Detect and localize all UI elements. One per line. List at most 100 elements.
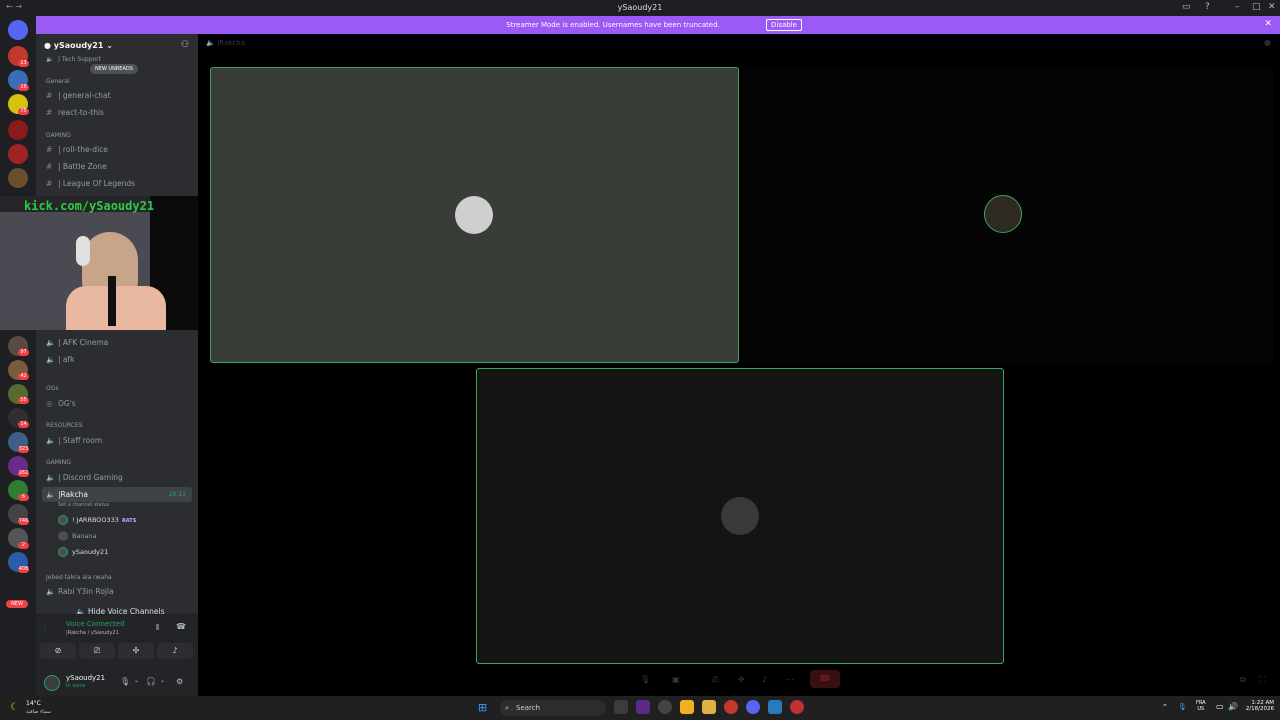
channel-afk-cinema[interactable]: 🔈 | AFK Cinema — [46, 335, 196, 350]
noise-suppression-icon[interactable]: ⦀ — [156, 623, 160, 633]
app-icon[interactable] — [768, 700, 782, 714]
fullscreen-icon[interactable]: ⛶ — [1260, 675, 1266, 685]
new-unreads-pill[interactable]: NEW UNREADS — [90, 64, 138, 74]
clock[interactable]: 1:22 AM 2/18/2026 — [1240, 700, 1274, 712]
add-member-icon[interactable]: ⚇ — [181, 40, 189, 50]
discord-home-icon[interactable] — [8, 20, 28, 40]
category-resources[interactable]: RESOURCES — [46, 422, 83, 429]
app-icon[interactable] — [790, 700, 804, 714]
voice-connected-title[interactable]: Voice Connected — [66, 620, 125, 628]
avatar — [721, 497, 759, 535]
settings-gear-icon[interactable]: ⚙ — [176, 677, 183, 686]
speaker-icon: 🔈 — [46, 490, 56, 499]
channel-battle-zone[interactable]: # | Battle Zone — [46, 159, 196, 174]
channel-league[interactable]: # | League Of Legends — [46, 176, 196, 191]
discord-icon[interactable] — [746, 700, 760, 714]
server-icon[interactable] — [8, 120, 28, 140]
popout-icon[interactable]: ⧉ — [1240, 675, 1246, 685]
streamer-hoodie — [66, 286, 166, 330]
soundboard-button[interactable]: ♪ — [157, 643, 193, 659]
signal-icon: ⫶ — [44, 622, 46, 631]
voice-user[interactable]: ! JARRBOO333 RATS — [58, 513, 136, 527]
mention-badge: 42 — [18, 373, 29, 380]
voice-connected-panel: ⫶ Voice Connected |Rakcha / ySaoudy21 ⦀ … — [36, 614, 198, 670]
window-title: ySaoudy21 — [617, 3, 663, 12]
language-indicator[interactable]: FRA US — [1196, 700, 1206, 712]
taskbar-search[interactable]: ⌕ Search — [500, 700, 606, 716]
minimize-icon[interactable]: – — [1235, 2, 1240, 12]
voice-user[interactable]: ySaoudy21 — [58, 545, 108, 559]
channel-general-chat[interactable]: # | general-chat — [46, 88, 196, 103]
mention-badge: 746 — [18, 518, 29, 525]
camera-off-button[interactable]: ⊘ — [40, 643, 76, 659]
channel-react-to-this[interactable]: # react-to-this — [46, 105, 196, 120]
channel-rakcha[interactable]: 🔈 |Rakcha 26:11 — [42, 487, 192, 502]
windows-start-icon[interactable]: ⊞ — [478, 701, 487, 714]
channel-ogs[interactable]: ◎ OG's — [46, 396, 196, 411]
camera-icon[interactable]: ▣ — [672, 675, 680, 684]
speaker-icon: 🔈 — [206, 39, 217, 47]
category-gaming-2[interactable]: GAMING — [46, 459, 71, 466]
disconnect-icon[interactable]: ☎ — [176, 622, 186, 631]
soundboard-icon[interactable]: ♪ — [762, 675, 767, 684]
username[interactable]: ySaoudy21 — [66, 674, 105, 682]
chevron-up-icon[interactable]: ⌃ — [1162, 703, 1168, 711]
category-gaming[interactable]: GAMING — [46, 132, 71, 139]
chevron-down-icon[interactable]: ⌄ — [160, 677, 165, 684]
weather-temp[interactable]: 14°C — [26, 700, 41, 707]
activities-icon[interactable]: ✣ — [738, 675, 745, 684]
chat-icon[interactable]: ● — [1264, 38, 1271, 47]
hash-icon: # — [46, 108, 53, 117]
voice-user[interactable]: Banana — [58, 529, 97, 543]
voice-channel-path[interactable]: |Rakcha / ySaoudy21 — [66, 630, 119, 636]
leave-call-button[interactable]: ☎ — [810, 670, 840, 688]
channel-staff-room[interactable]: 🔈 | Staff room — [46, 433, 196, 448]
microphone-icon[interactable]: 🎙 — [120, 677, 130, 686]
microphone-icon[interactable]: 🎙 — [640, 675, 650, 684]
activities-button[interactable]: ✣ — [118, 643, 154, 659]
avatar — [58, 547, 68, 557]
channel-status[interactable]: Set a channel status — [58, 502, 109, 508]
screen-share-button[interactable]: ⎚ — [79, 643, 115, 659]
headphones-icon[interactable]: 🎧 — [146, 677, 156, 686]
channel-roll-the-dice[interactable]: # | roll-the-dice — [46, 142, 196, 157]
server-icon[interactable] — [8, 168, 28, 188]
mention-badge: 408 — [18, 566, 29, 573]
video-tile[interactable] — [210, 67, 739, 363]
help-icon[interactable]: ? — [1205, 2, 1210, 12]
channel-rabi[interactable]: 🔈 Rabi Y3in Rojla — [46, 584, 196, 599]
server-icon[interactable] — [8, 144, 28, 164]
window-titlebar: ← → ySaoudy21 ▭ ? – □ ✕ — [0, 0, 1280, 16]
screen-icon[interactable]: ▭ — [1182, 2, 1191, 12]
network-icon[interactable]: ▭ — [1216, 702, 1224, 711]
app-icon[interactable] — [636, 700, 650, 714]
close-banner-icon[interactable]: ✕ — [1264, 19, 1272, 29]
category-jebed[interactable]: Jebed takra ala rwaha — [46, 574, 112, 581]
avatar[interactable] — [44, 675, 60, 691]
disable-streamer-button[interactable]: Disable — [766, 19, 802, 31]
channel-discord-gaming[interactable]: 🔈 | Discord Gaming — [46, 470, 196, 485]
file-explorer-icon[interactable] — [702, 700, 716, 714]
microphone-icon[interactable]: 🎙 — [1178, 703, 1187, 711]
avatar — [58, 515, 68, 525]
category-ogs[interactable]: OGs — [46, 385, 59, 392]
task-view-icon[interactable] — [614, 700, 628, 714]
speaker-icon: 🔈 — [46, 436, 56, 445]
app-icon[interactable] — [680, 700, 694, 714]
hash-icon: # — [46, 145, 53, 154]
more-icon[interactable]: ⋯ — [786, 675, 794, 684]
opera-icon[interactable] — [724, 700, 738, 714]
close-window-icon[interactable]: ✕ — [1268, 2, 1276, 12]
weather-icon[interactable]: ☾ — [10, 702, 19, 713]
weather-desc[interactable]: سماء صافية — [26, 709, 51, 715]
video-tile[interactable] — [476, 368, 1004, 664]
chrome-icon[interactable] — [658, 700, 672, 714]
server-name[interactable]: ● ySaoudy21 ⌄ — [44, 41, 113, 50]
category-general[interactable]: General — [46, 78, 70, 85]
volume-icon[interactable]: 🔊 — [1228, 702, 1238, 711]
maximize-icon[interactable]: □ — [1252, 2, 1261, 12]
screen-share-icon[interactable]: ⎚ — [712, 675, 718, 685]
chevron-down-icon[interactable]: ⌄ — [134, 677, 139, 684]
channel-afk[interactable]: 🔈 | afk — [46, 352, 196, 367]
video-tile[interactable] — [743, 67, 1273, 363]
